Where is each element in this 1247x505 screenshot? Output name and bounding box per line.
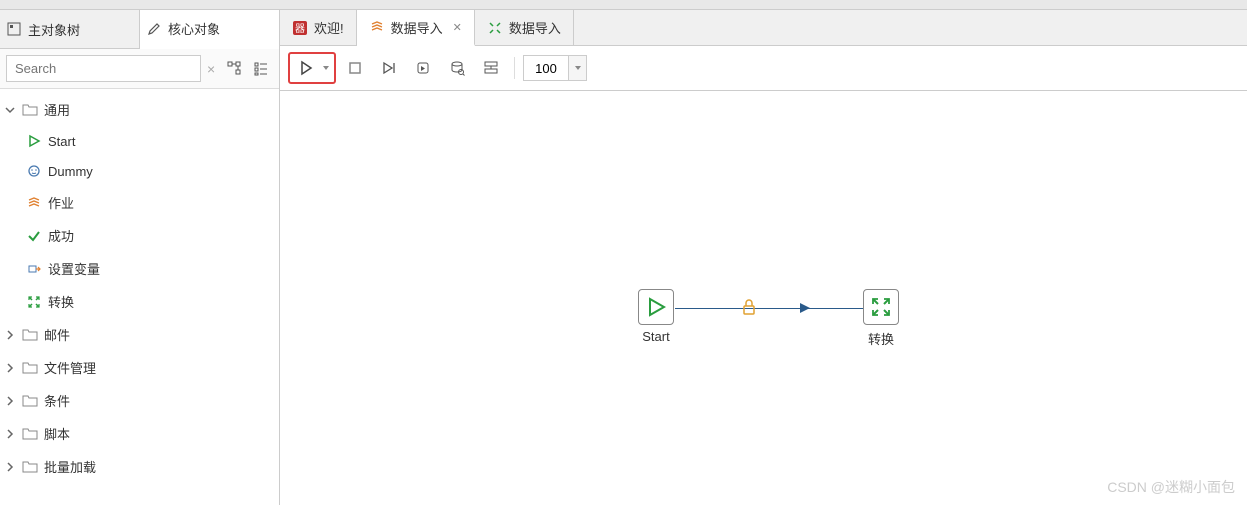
tree-item-setvar[interactable]: 设置变量 [0, 252, 279, 285]
edge-start-to-transform[interactable] [675, 308, 867, 309]
editor-tab-import-trans[interactable]: 数据导入 [475, 10, 574, 45]
tree-item-label: 通用 [44, 100, 70, 119]
sidebar: 主对象树 核心对象 × [0, 10, 280, 505]
pencil-icon [146, 21, 162, 37]
tree-view-icon[interactable] [227, 61, 243, 77]
expand-icon[interactable] [4, 329, 16, 341]
sidebar-tab-main-tree[interactable]: 主对象树 [0, 10, 140, 48]
tree-item-label: Dummy [48, 164, 93, 179]
tree-item-job[interactable]: 作业 [0, 186, 279, 219]
watermark: CSDN @迷糊小面包 [1107, 477, 1235, 497]
sidebar-tab-label: 核心对象 [168, 19, 220, 38]
dummy-icon [26, 163, 42, 179]
tree-folder-general[interactable]: 通用 [0, 93, 279, 126]
tree-item-label: 作业 [48, 193, 74, 212]
folder-icon [22, 393, 38, 409]
setvar-icon [26, 261, 42, 277]
editor-area: 器 欢迎! 数据导入 ✕ 数据导入 [280, 10, 1247, 505]
tab-label: 数据导入 [391, 18, 443, 37]
tab-label: 欢迎! [314, 18, 344, 37]
run-button-group [288, 52, 336, 84]
tree-item-label: 成功 [48, 226, 74, 245]
debug-button[interactable] [408, 54, 438, 82]
folder-icon [22, 360, 38, 376]
tree-item-label: 文件管理 [44, 358, 96, 377]
tree-item-label: 转换 [48, 292, 74, 311]
sidebar-tab-core[interactable]: 核心对象 [140, 10, 279, 49]
sidebar-tree: 通用 Start Dummy [0, 89, 279, 505]
expand-icon[interactable] [4, 362, 16, 374]
tree-item-label: 批量加载 [44, 457, 96, 476]
preview-button[interactable] [374, 54, 404, 82]
analyze-button[interactable] [476, 54, 506, 82]
sidebar-search-row: × [0, 49, 279, 89]
close-icon[interactable]: ✕ [453, 21, 462, 34]
job-icon [369, 19, 385, 35]
editor-tab-welcome[interactable]: 器 欢迎! [280, 10, 357, 45]
tree-item-dummy[interactable]: Dummy [0, 156, 279, 186]
editor-tabs: 器 欢迎! 数据导入 ✕ 数据导入 [280, 10, 1247, 46]
zoom-dropdown[interactable] [568, 56, 586, 80]
zoom-control [523, 55, 587, 81]
sidebar-tab-label: 主对象树 [28, 20, 80, 39]
tree-item-success[interactable]: 成功 [0, 219, 279, 252]
tree-folder-script[interactable]: 脚本 [0, 417, 279, 450]
transform-icon [26, 294, 42, 310]
search-input[interactable] [6, 55, 201, 82]
tree-item-start[interactable]: Start [0, 126, 279, 156]
stop-button[interactable] [340, 54, 370, 82]
node-start[interactable]: Start [638, 289, 674, 344]
run-button[interactable] [292, 56, 320, 80]
expand-icon[interactable] [4, 461, 16, 473]
canvas[interactable]: Start 转换 CSDN @迷糊小面包 [280, 91, 1247, 505]
search-clear-icon[interactable]: × [207, 61, 221, 77]
sidebar-tabs: 主对象树 核心对象 [0, 10, 279, 49]
folder-icon [22, 327, 38, 343]
transform-icon [487, 20, 503, 36]
editor-tab-import-job[interactable]: 数据导入 ✕ [357, 10, 475, 46]
tree-item-label: Start [48, 134, 75, 149]
app-toolbar [0, 0, 1247, 10]
lock-icon[interactable] [742, 299, 756, 315]
tree-item-label: 邮件 [44, 325, 70, 344]
tree-folder-condition[interactable]: 条件 [0, 384, 279, 417]
list-view-icon[interactable] [253, 61, 269, 77]
folder-icon [22, 459, 38, 475]
sql-button[interactable] [442, 54, 472, 82]
zoom-input[interactable] [524, 59, 568, 78]
editor-toolbar [280, 46, 1247, 91]
expand-icon[interactable] [4, 428, 16, 440]
run-dropdown[interactable] [320, 64, 332, 72]
tree-folder-filemgmt[interactable]: 文件管理 [0, 351, 279, 384]
expand-icon[interactable] [4, 395, 16, 407]
welcome-icon: 器 [292, 20, 308, 36]
tree-item-label: 条件 [44, 391, 70, 410]
tree-folder-mail[interactable]: 邮件 [0, 318, 279, 351]
start-icon [26, 133, 42, 149]
collapse-icon[interactable] [4, 104, 16, 116]
job-icon [26, 195, 42, 211]
arrow-icon [800, 303, 810, 313]
folder-icon [22, 426, 38, 442]
success-icon [26, 228, 42, 244]
toolbar-separator [514, 57, 515, 79]
node-label: Start [642, 329, 669, 344]
tree-item-label: 设置变量 [48, 259, 100, 278]
tree-icon [6, 21, 22, 37]
node-label: 转换 [868, 329, 894, 348]
svg-text:器: 器 [295, 23, 305, 35]
tree-item-transform[interactable]: 转换 [0, 285, 279, 318]
tree-item-label: 脚本 [44, 424, 70, 443]
tab-label: 数据导入 [509, 18, 561, 37]
folder-icon [22, 102, 38, 118]
tree-folder-bulkload[interactable]: 批量加载 [0, 450, 279, 483]
node-transform[interactable]: 转换 [863, 289, 899, 348]
